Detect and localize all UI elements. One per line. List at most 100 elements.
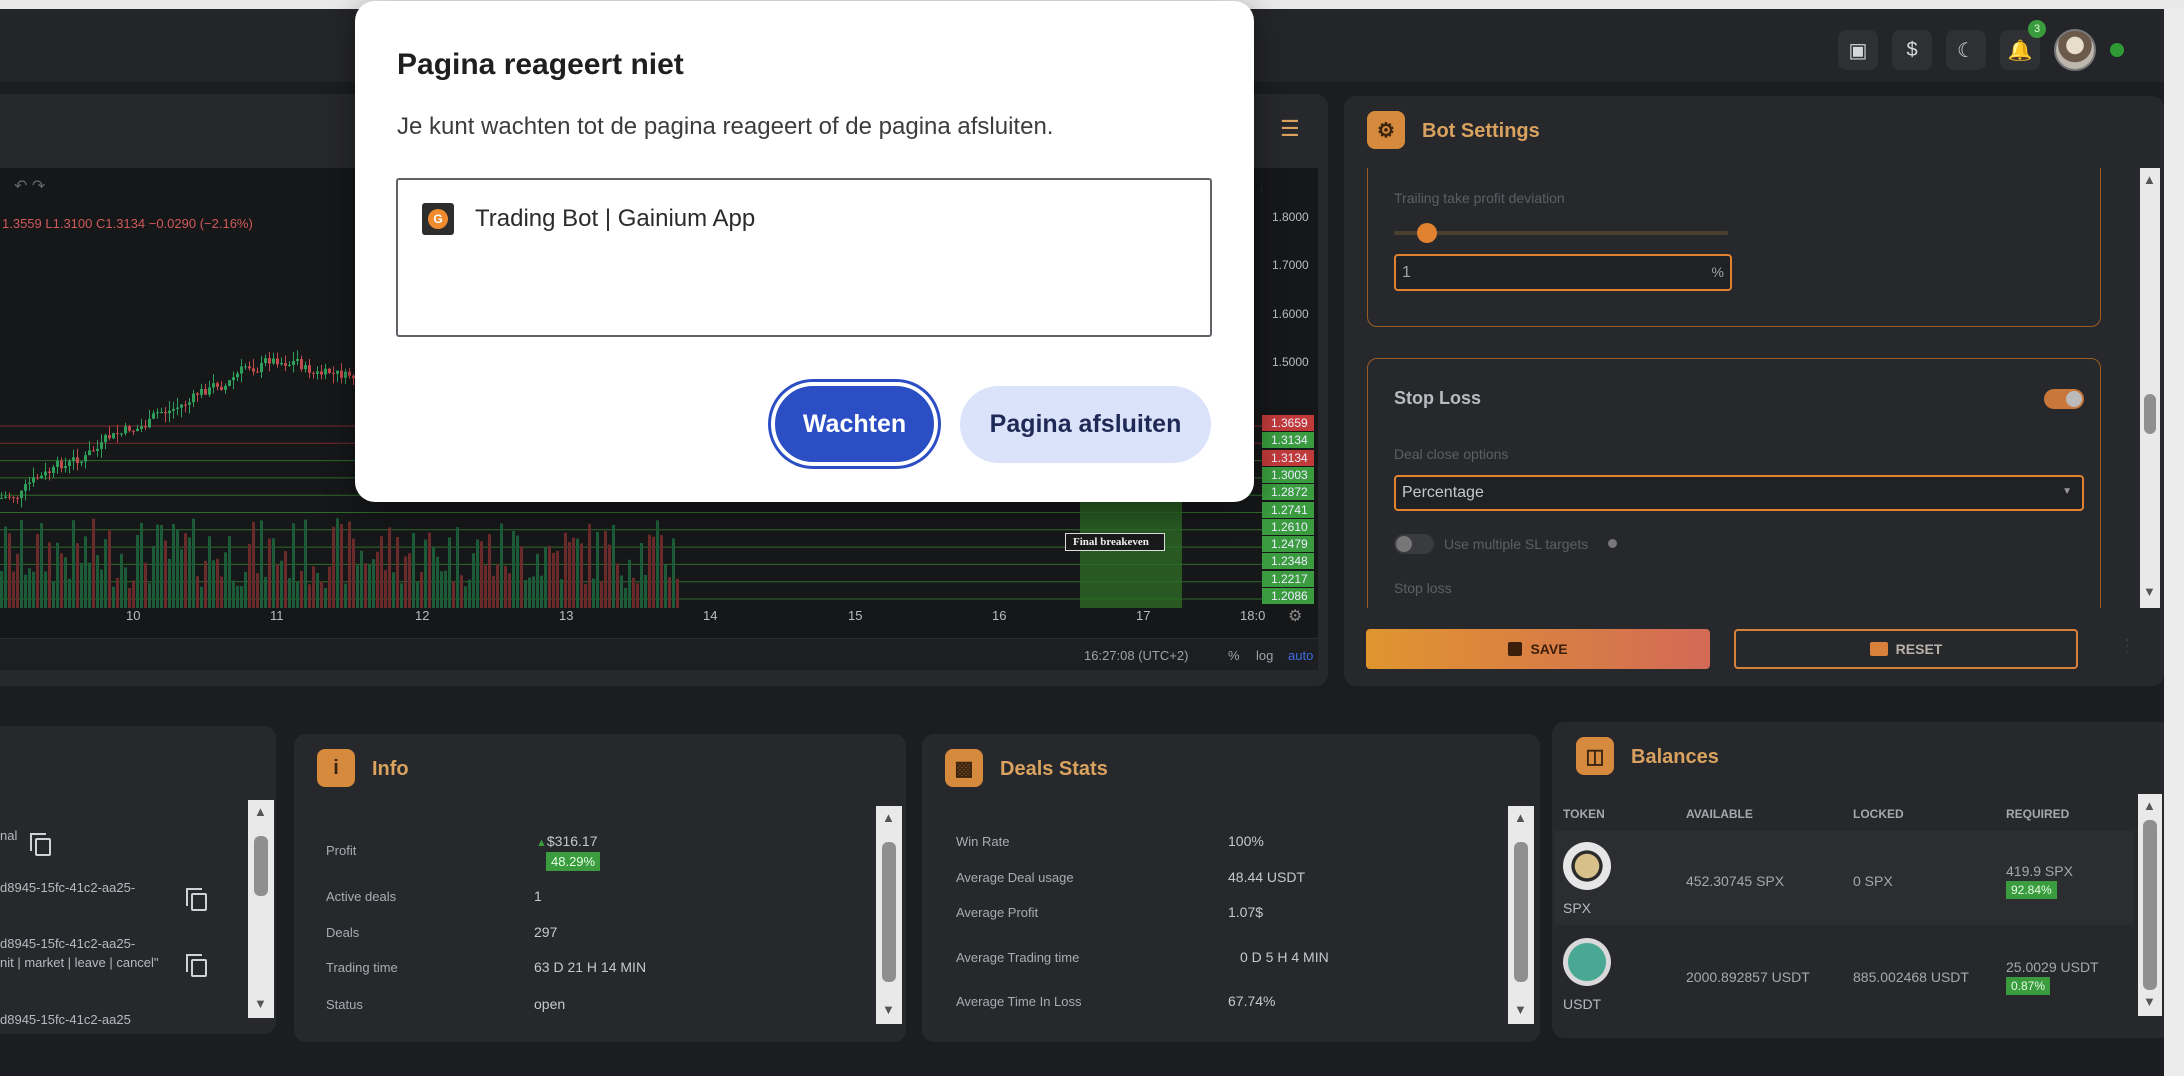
volume-bar <box>56 542 59 608</box>
volume-bar <box>484 565 487 608</box>
deals-stat-label: Average Deal usage <box>956 870 1074 885</box>
candle-body <box>204 388 207 395</box>
scroll-down-icon[interactable]: ▼ <box>882 1002 895 1017</box>
volume-bar <box>600 581 603 608</box>
scroll-up-icon[interactable]: ▲ <box>2143 172 2156 187</box>
avatar[interactable] <box>2054 29 2096 71</box>
settings-gear-icon: ⚙ <box>1367 111 1405 149</box>
profit-amount: $316.17 <box>546 833 598 849</box>
stop-loss-toggle[interactable] <box>2044 389 2084 409</box>
volume-bar <box>32 571 35 608</box>
candle-body <box>92 450 95 452</box>
chart-settings-icon[interactable]: ☰ <box>1280 116 1300 142</box>
status-label: Status <box>326 997 363 1012</box>
balance-locked: 0 SPX <box>1853 873 1893 889</box>
settings-scrollbar[interactable]: ▲ ▼ <box>2140 168 2160 608</box>
scroll-down-icon[interactable]: ▼ <box>2143 994 2156 1009</box>
deal-log-text: d8945-15fc-41c2-aa25 <box>0 1012 131 1027</box>
volume-bar <box>488 534 491 608</box>
balance-available: 2000.892857 USDT <box>1686 969 1810 985</box>
chart-reset-icon[interactable]: ⚙ <box>1288 606 1302 626</box>
bot-settings-scroll: Trailing take profit deviation 1 % Stop … <box>1344 168 2124 608</box>
trailing-value-input[interactable]: 1 % <box>1394 254 1732 291</box>
copy-icon[interactable] <box>186 954 207 977</box>
deal-close-select[interactable]: Percentage ▼ <box>1394 475 2084 511</box>
scroll-up-icon[interactable]: ▲ <box>1514 810 1527 825</box>
scroll-down-icon[interactable]: ▼ <box>254 996 267 1011</box>
close-page-button[interactable]: Pagina afsluiten <box>960 386 1211 463</box>
backspace-icon <box>1869 642 1888 656</box>
volume-bar <box>512 530 515 608</box>
reset-button[interactable]: RESET <box>1734 629 2078 669</box>
candle-body <box>136 428 139 432</box>
candle-body <box>12 497 15 499</box>
volume-bar <box>612 524 615 608</box>
dollar-icon[interactable]: $ <box>1892 30 1932 70</box>
deals-stat-value: 67.74% <box>1228 993 1276 1009</box>
volume-bar <box>60 553 63 608</box>
candle-body <box>44 471 47 476</box>
price-tag: 1.2872 <box>1262 484 1314 501</box>
volume-bar <box>112 586 115 608</box>
more-options-icon[interactable]: ⋮ <box>2118 636 2136 657</box>
candle-body <box>96 448 99 451</box>
deal-log-text: nal <box>0 828 18 843</box>
volume-bar <box>440 571 443 608</box>
time-axis-label: 16 <box>992 608 1007 623</box>
trailing-slider-track[interactable] <box>1394 231 1728 235</box>
volume-bar <box>296 581 299 608</box>
scroll-down-icon[interactable]: ▼ <box>2143 584 2156 599</box>
page-scrollbar[interactable] <box>2164 9 2184 1076</box>
copy-icon[interactable] <box>30 833 51 856</box>
undo-icon[interactable]: ↶ ↷ <box>14 176 45 196</box>
volume-bar <box>548 545 551 608</box>
price-tag: 1.2479 <box>1262 536 1314 553</box>
volume-bar <box>412 532 415 608</box>
candle-body <box>8 496 11 498</box>
balances-column-header: TOKEN <box>1563 807 1605 821</box>
candle-body <box>132 430 135 432</box>
candle-body <box>124 426 127 434</box>
info-scrollbar[interactable]: ▲ ▼ <box>876 806 902 1024</box>
scroll-up-icon[interactable]: ▲ <box>2143 798 2156 813</box>
price-tag: 1.2217 <box>1262 570 1314 587</box>
volume-bar <box>552 552 555 608</box>
save-button[interactable]: SAVE <box>1366 629 1710 669</box>
balances-scrollbar[interactable]: ▲ ▼ <box>2138 794 2162 1016</box>
log-scale-toggle[interactable]: log <box>1256 648 1273 663</box>
candle-body <box>268 358 271 364</box>
bell-icon[interactable]: 🔔 3 <box>2000 20 2046 70</box>
deal-log-scrollbar[interactable]: ▲ ▼ <box>248 800 274 1018</box>
volume-bar <box>288 578 291 608</box>
profit-value: ▲$316.17 <box>536 833 598 849</box>
deals-stats-scrollbar[interactable]: ▲ ▼ <box>1508 806 1534 1024</box>
scroll-thumb[interactable] <box>2144 394 2156 434</box>
add-widget-icon[interactable]: ▣ <box>1838 30 1878 70</box>
scroll-up-icon[interactable]: ▲ <box>882 810 895 825</box>
candle-body <box>144 426 147 428</box>
volume-bar <box>332 526 335 608</box>
scroll-up-icon[interactable]: ▲ <box>254 804 267 819</box>
candle-body <box>180 404 183 408</box>
copy-icon[interactable] <box>186 888 207 911</box>
deal-log-text: d8945-15fc-41c2-aa25- <box>0 880 136 895</box>
scroll-thumb[interactable] <box>1514 842 1528 982</box>
percent-scale-toggle[interactable]: % <box>1228 648 1240 663</box>
scroll-thumb[interactable] <box>882 842 896 982</box>
time-axis-label: 11 <box>270 608 284 623</box>
info-icon[interactable] <box>1608 539 1617 548</box>
scroll-down-icon[interactable]: ▼ <box>1514 1002 1527 1017</box>
volume-bar <box>544 546 547 608</box>
wait-button[interactable]: Wachten <box>771 382 938 466</box>
auto-scale-toggle[interactable]: auto <box>1288 648 1313 663</box>
price-axis-label: 1.8000 <box>1272 210 1309 224</box>
scroll-thumb[interactable] <box>254 836 268 896</box>
balance-locked: 885.002468 USDT <box>1853 969 1969 985</box>
volume-bar <box>100 569 103 608</box>
multi-sl-toggle[interactable] <box>1394 534 1434 554</box>
volume-bar <box>308 584 311 608</box>
moon-icon[interactable]: ☾ <box>1946 30 1986 70</box>
volume-bar <box>500 523 503 608</box>
volume-bar <box>228 536 231 608</box>
scroll-thumb[interactable] <box>2143 820 2157 990</box>
